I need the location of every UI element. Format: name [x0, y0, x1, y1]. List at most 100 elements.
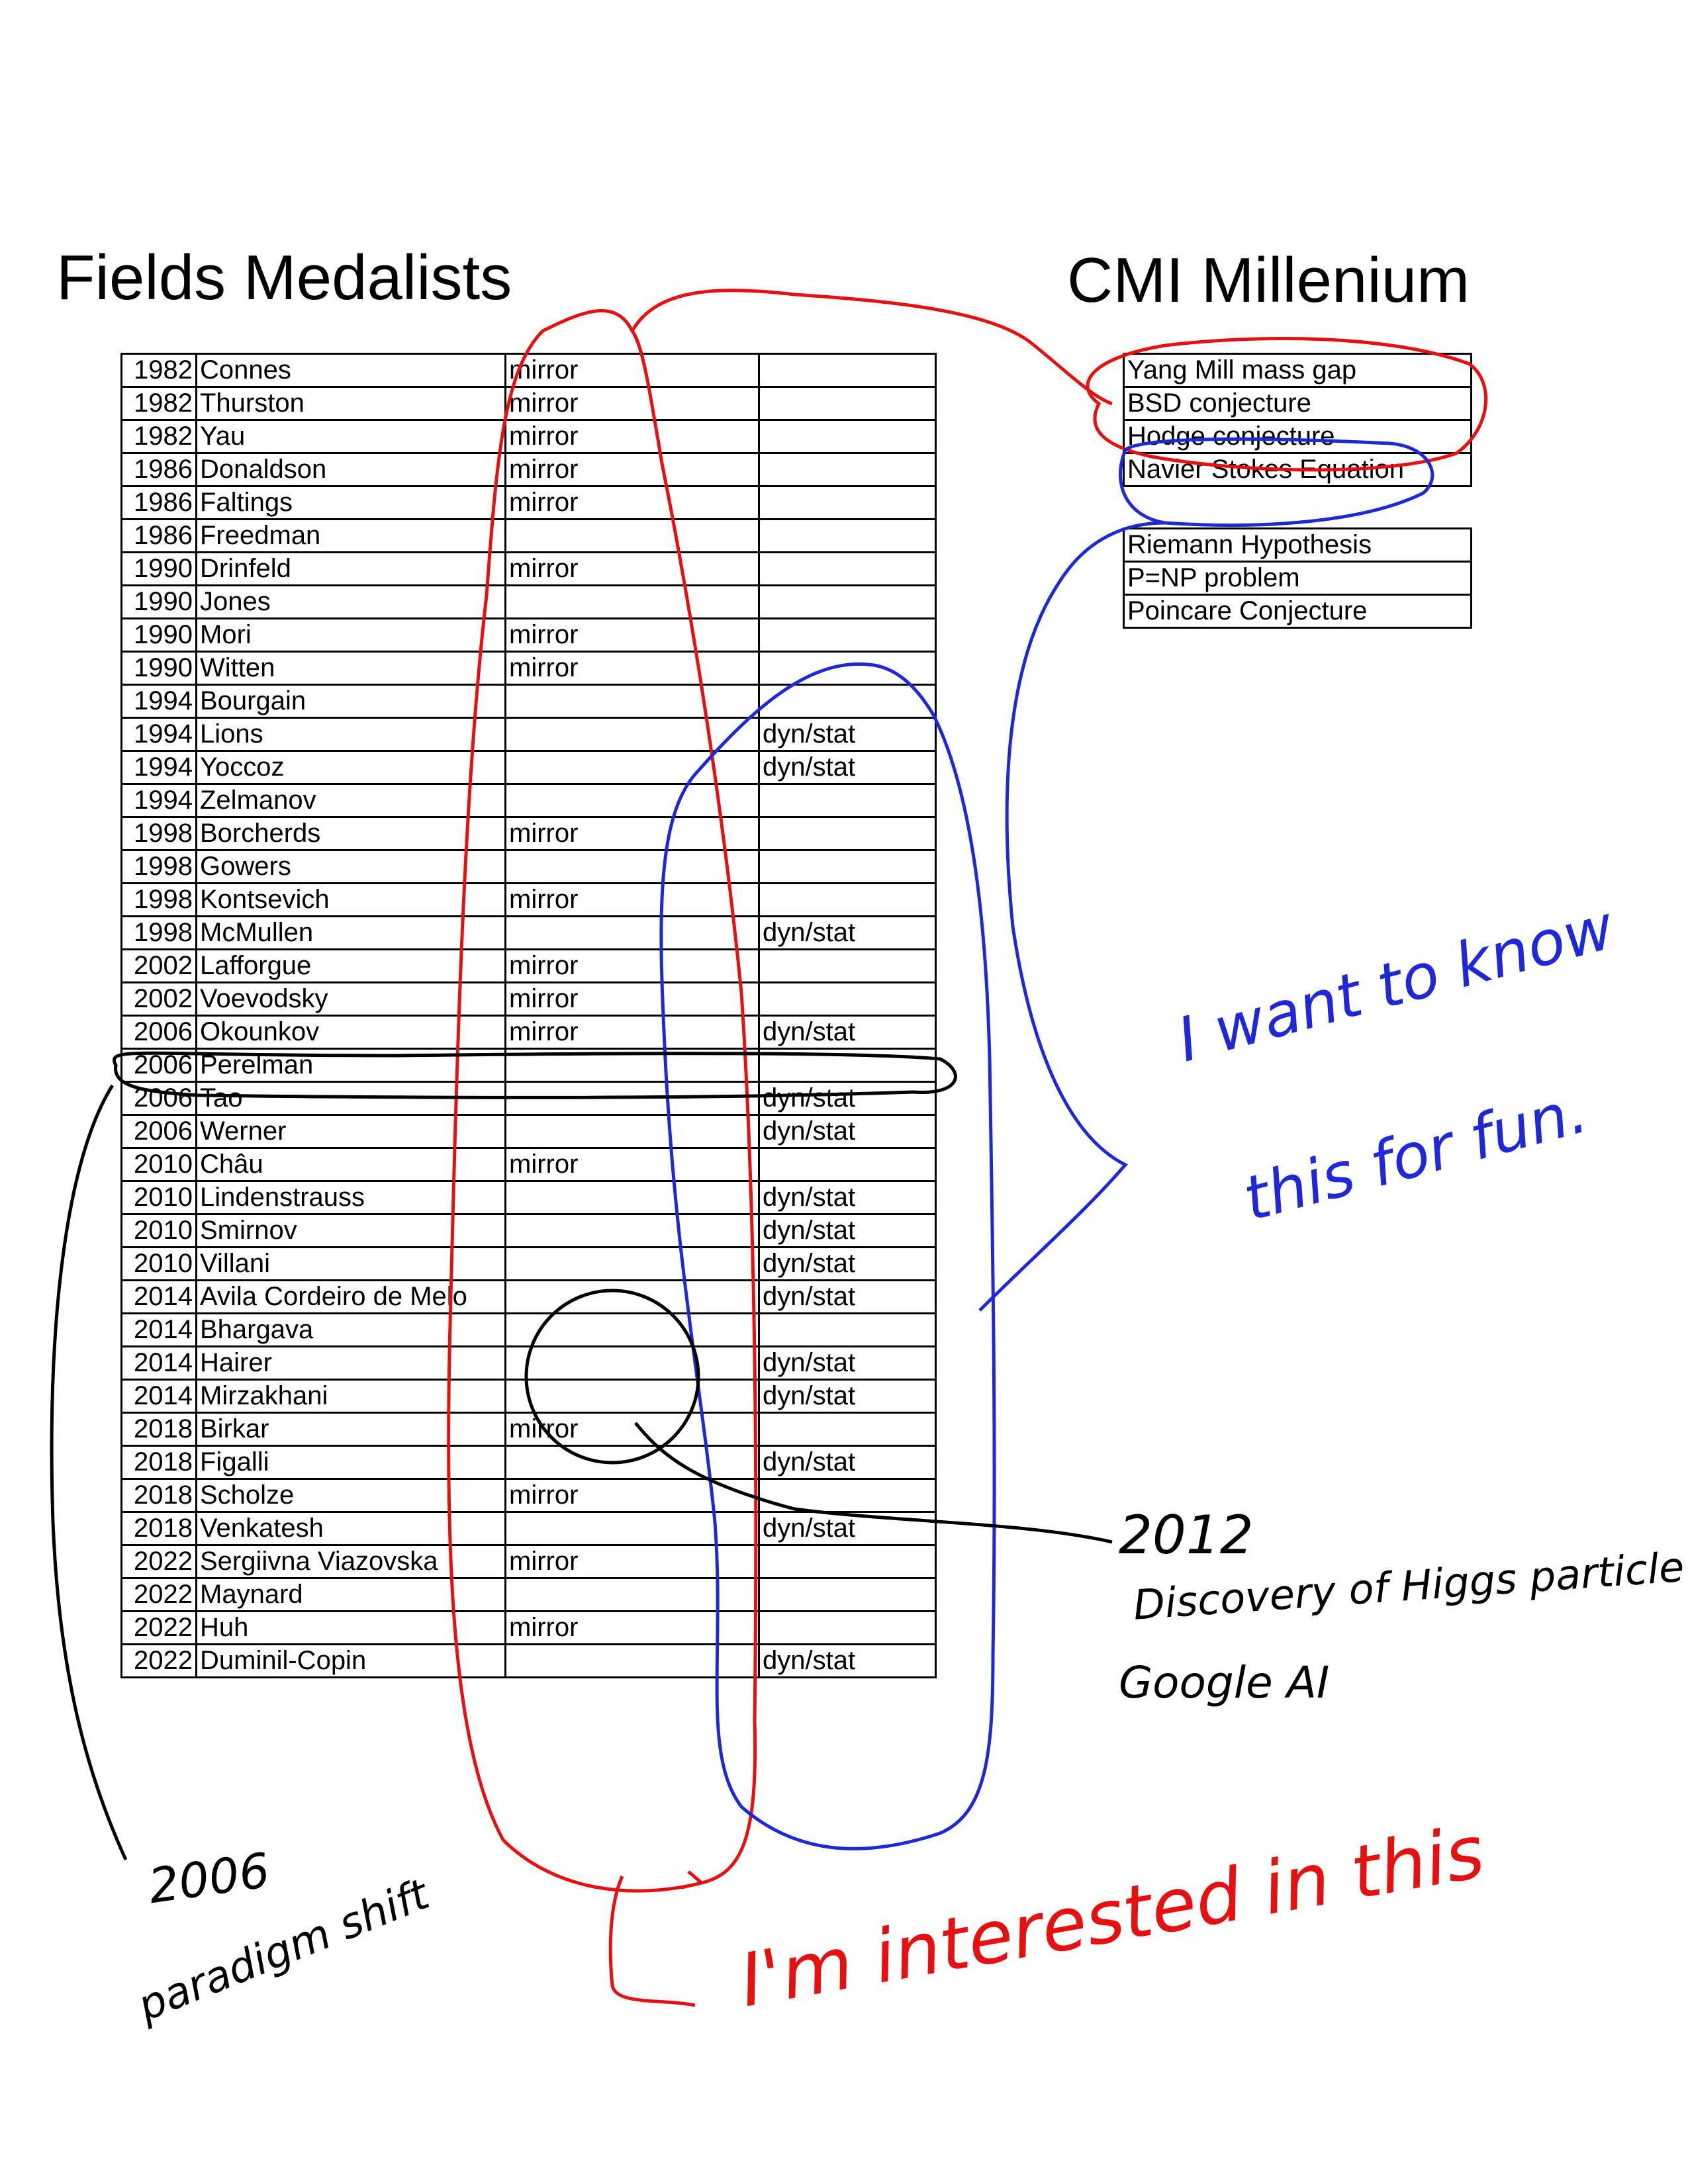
medalist-name: Werner [195, 1114, 506, 1149]
medalist-row: 2006 Okounkov mirror dyn/stat [120, 1015, 937, 1050]
medalist-name: Donaldson [195, 452, 506, 487]
medalist-name: Okounkov [195, 1015, 506, 1050]
medalist-year: 2014 [120, 1279, 197, 1314]
red-arrowhead [681, 1870, 706, 1889]
mirror-tag: mirror [504, 948, 760, 983]
medalist-name: Borcherds [195, 816, 506, 851]
medalist-row: 2022 Duminil-Copin dyn/stat [120, 1643, 937, 1678]
medalist-year: 1998 [120, 915, 197, 950]
dyn-stat-tag [758, 386, 937, 421]
medalist-row: 1982 Thurston mirror [120, 386, 937, 421]
medalist-year: 2022 [120, 1643, 197, 1678]
medalist-name: Gowers [195, 849, 506, 884]
mirror-tag: mirror [504, 1544, 760, 1579]
medalist-row: 1994 Lions dyn/stat [120, 717, 937, 752]
medalist-row: 2014 Hairer dyn/stat [120, 1345, 937, 1381]
medalist-year: 1998 [120, 849, 197, 884]
medalist-row: 1998 Borcherds mirror [120, 816, 937, 851]
medalist-row: 1982 Connes mirror [120, 353, 937, 388]
mirror-tag: mirror [504, 882, 760, 917]
note-google-ai: Google AI [1119, 1657, 1330, 1708]
medalist-year: 2022 [120, 1577, 197, 1612]
mirror-tag [504, 1081, 760, 1116]
red-bracket [608, 1875, 696, 2007]
dyn-stat-tag [758, 1478, 937, 1513]
mirror-tag [504, 1213, 760, 1248]
medalist-year: 1990 [120, 551, 197, 586]
medalist-name: Lindenstrauss [195, 1180, 506, 1215]
medalist-year: 1982 [120, 419, 197, 454]
mirror-tag: mirror [504, 1610, 760, 1645]
cmi-problem: Riemann Hypothesis [1123, 527, 1472, 563]
mirror-tag: mirror [504, 419, 760, 454]
medalist-row: 2018 Figalli dyn/stat [120, 1445, 937, 1480]
medalist-row: 1994 Zelmanov [120, 783, 937, 818]
dyn-stat-tag: dyn/stat [758, 1114, 937, 1149]
medalist-name: Voevodsky [195, 981, 506, 1017]
medalist-year: 2010 [120, 1147, 197, 1182]
medalist-year: 1998 [120, 882, 197, 917]
fields-medalists-table: 1982 Connes mirror 1982 Thurston mirror 1982 Ya… [120, 353, 937, 1678]
cmi-unsolved-table: Yang Mill mass gap BSD conjecture Hodge co… [1123, 353, 1472, 487]
medalist-year: 2010 [120, 1180, 197, 1215]
medalist-row: 1990 Jones [120, 584, 937, 619]
medalist-name: Huh [195, 1610, 506, 1645]
dyn-stat-tag [758, 617, 937, 653]
dyn-stat-tag: dyn/stat [758, 1246, 937, 1281]
cmi-other-table: Riemann Hypothesis P=NP problem Poincare C… [1123, 527, 1472, 629]
mirror-tag: mirror [504, 485, 760, 520]
cmi-millenium-title: CMI Millenium [1067, 245, 1470, 316]
dyn-stat-tag [758, 518, 937, 553]
mirror-tag [504, 1114, 760, 1149]
medalist-year: 2014 [120, 1312, 197, 1347]
medalist-name: Bhargava [195, 1312, 506, 1347]
mirror-tag [504, 783, 760, 818]
medalist-name: Mirzakhani [195, 1379, 506, 1414]
medalist-row: 2014 Mirzakhani dyn/stat [120, 1379, 937, 1414]
dyn-stat-tag: dyn/stat [758, 1445, 937, 1480]
dyn-stat-tag [758, 849, 937, 884]
dyn-stat-tag [758, 783, 937, 818]
dyn-stat-tag: dyn/stat [758, 1279, 937, 1314]
mirror-tag [504, 518, 760, 553]
cmi-row: Poincare Conjecture [1123, 594, 1472, 629]
dyn-stat-tag: dyn/stat [758, 1081, 937, 1116]
dyn-stat-tag: dyn/stat [758, 1643, 937, 1678]
medalist-row: 1986 Faltings mirror [120, 485, 937, 520]
medalist-year: 2006 [120, 1114, 197, 1149]
medalist-name: Bourgain [195, 684, 506, 719]
medalist-row: 2014 Avila Cordeiro de Melo dyn/stat [120, 1279, 937, 1314]
mirror-tag [504, 1048, 760, 1083]
medalist-year: 2006 [120, 1048, 197, 1083]
dyn-stat-tag [758, 1544, 937, 1579]
mirror-tag: mirror [504, 1412, 760, 1447]
mirror-tag: mirror [504, 651, 760, 686]
medalist-year: 2018 [120, 1445, 197, 1480]
dyn-stat-tag [758, 1610, 937, 1645]
cmi-row: Yang Mill mass gap [1123, 353, 1472, 388]
dyn-stat-tag: dyn/stat [758, 750, 937, 785]
medalist-name: Smirnov [195, 1213, 506, 1248]
medalist-row: 1990 Witten mirror [120, 651, 937, 686]
medalist-year: 2010 [120, 1246, 197, 1281]
cmi-row: Riemann Hypothesis [1123, 527, 1472, 563]
medalist-row: 2002 Lafforgue mirror [120, 948, 937, 983]
medalist-name: Venkatesh [195, 1511, 506, 1546]
mirror-tag [504, 1511, 760, 1546]
mirror-tag [504, 849, 760, 884]
medalist-name: Faltings [195, 485, 506, 520]
dyn-stat-tag [758, 882, 937, 917]
dyn-stat-tag [758, 1312, 937, 1347]
medalist-name: Freedman [195, 518, 506, 553]
fields-medalists-title: Fields Medalists [56, 242, 512, 313]
medalist-row: 1994 Yoccoz dyn/stat [120, 750, 937, 785]
dyn-stat-tag: dyn/stat [758, 1213, 937, 1248]
medalist-year: 2018 [120, 1511, 197, 1546]
mirror-tag: mirror [504, 452, 760, 487]
medalist-year: 2014 [120, 1379, 197, 1414]
medalist-name: Yoccoz [195, 750, 506, 785]
mirror-tag [504, 1577, 760, 1612]
mirror-tag: mirror [504, 353, 760, 388]
medalist-row: 1998 McMullen dyn/stat [120, 915, 937, 950]
medalist-year: 2002 [120, 981, 197, 1017]
